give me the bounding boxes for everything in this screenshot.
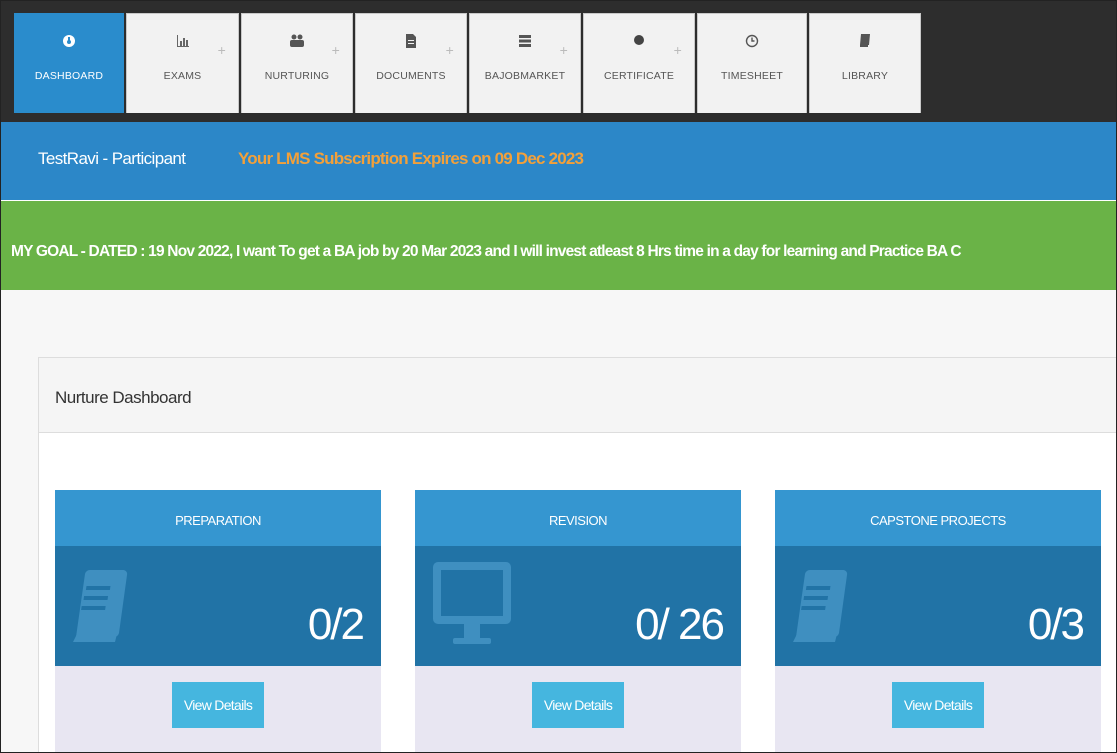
- app-frame: DASHBOARD + EXAMS + NURTURING + DOCUMENT…: [0, 0, 1117, 753]
- tab-label: NURTURING: [264, 70, 330, 82]
- tab-label: BAJOBMARKET: [484, 70, 566, 82]
- tab-certificate[interactable]: + CERTIFICATE: [583, 13, 695, 113]
- clock-icon: [698, 34, 806, 54]
- book-icon: [73, 569, 128, 642]
- card-title: PREPARATION: [175, 513, 261, 528]
- tab-label: LIBRARY: [841, 70, 889, 82]
- card-preparation: PREPARATION 0/2 View Details: [55, 490, 381, 752]
- expand-icon: +: [217, 42, 226, 58]
- tab-label: EXAMS: [163, 70, 202, 82]
- tab-label: DOCUMENTS: [376, 70, 446, 82]
- tab-documents[interactable]: + DOCUMENTS: [355, 13, 467, 113]
- user-role-label: TestRavi - Participant: [38, 149, 186, 168]
- tab-nurturing[interactable]: + NURTURING: [241, 13, 353, 113]
- card-title: REVISION: [548, 513, 608, 528]
- tab-exams[interactable]: + EXAMS: [126, 13, 239, 113]
- card-footer: View Details: [415, 666, 741, 752]
- tab-bajobmarket[interactable]: + BAJOBMARKET: [469, 13, 581, 113]
- tab-timesheet[interactable]: TIMESHEET: [697, 13, 807, 113]
- tab-dashboard[interactable]: DASHBOARD: [14, 13, 124, 113]
- view-details-button[interactable]: View Details: [172, 682, 264, 728]
- card-body: 0/3: [775, 546, 1101, 666]
- card-header: CAPSTONE PROJECTS: [775, 490, 1101, 546]
- book-icon: [810, 34, 920, 54]
- expand-icon: +: [559, 42, 568, 58]
- card-body: 0/ 26: [415, 546, 741, 666]
- tab-label: DASHBOARD: [34, 70, 104, 82]
- book-icon: [793, 569, 848, 642]
- tab-label: TIMESHEET: [721, 70, 783, 82]
- dashboard-icon: [15, 34, 123, 54]
- progress-count: 0/2: [307, 600, 365, 649]
- goal-text: MY GOAL - DATED : 19 Nov 2022, I want To…: [11, 243, 962, 260]
- subscription-expiry-notice: Your LMS Subscription Expires on 09 Dec …: [238, 149, 584, 168]
- progress-count: 0/ 26: [635, 600, 725, 649]
- card-footer: View Details: [775, 666, 1101, 752]
- view-details-button[interactable]: View Details: [532, 682, 624, 728]
- card-footer: View Details: [55, 666, 381, 752]
- card-revision: REVISION 0/ 26 View Details: [415, 490, 741, 752]
- expand-icon: +: [331, 42, 340, 58]
- expand-icon: +: [673, 42, 682, 58]
- panel-header: Nurture Dashboard: [39, 358, 1116, 433]
- panel-title: Nurture Dashboard: [55, 388, 192, 407]
- tab-library[interactable]: LIBRARY: [809, 13, 921, 113]
- card-title: CAPSTONE PROJECTS: [870, 513, 1006, 528]
- view-details-button[interactable]: View Details: [892, 682, 984, 728]
- card-header: PREPARATION: [55, 490, 381, 546]
- card-capstone-projects: CAPSTONE PROJECTS 0/3 View Details: [775, 490, 1101, 752]
- top-navigation: DASHBOARD + EXAMS + NURTURING + DOCUMENT…: [1, 1, 1116, 122]
- tab-label: CERTIFICATE: [603, 70, 675, 82]
- card-header: REVISION: [415, 490, 741, 546]
- card-body: 0/2: [55, 546, 381, 666]
- expand-icon: +: [445, 42, 454, 58]
- progress-count: 0/3: [1027, 600, 1085, 649]
- monitor-icon: [433, 562, 511, 644]
